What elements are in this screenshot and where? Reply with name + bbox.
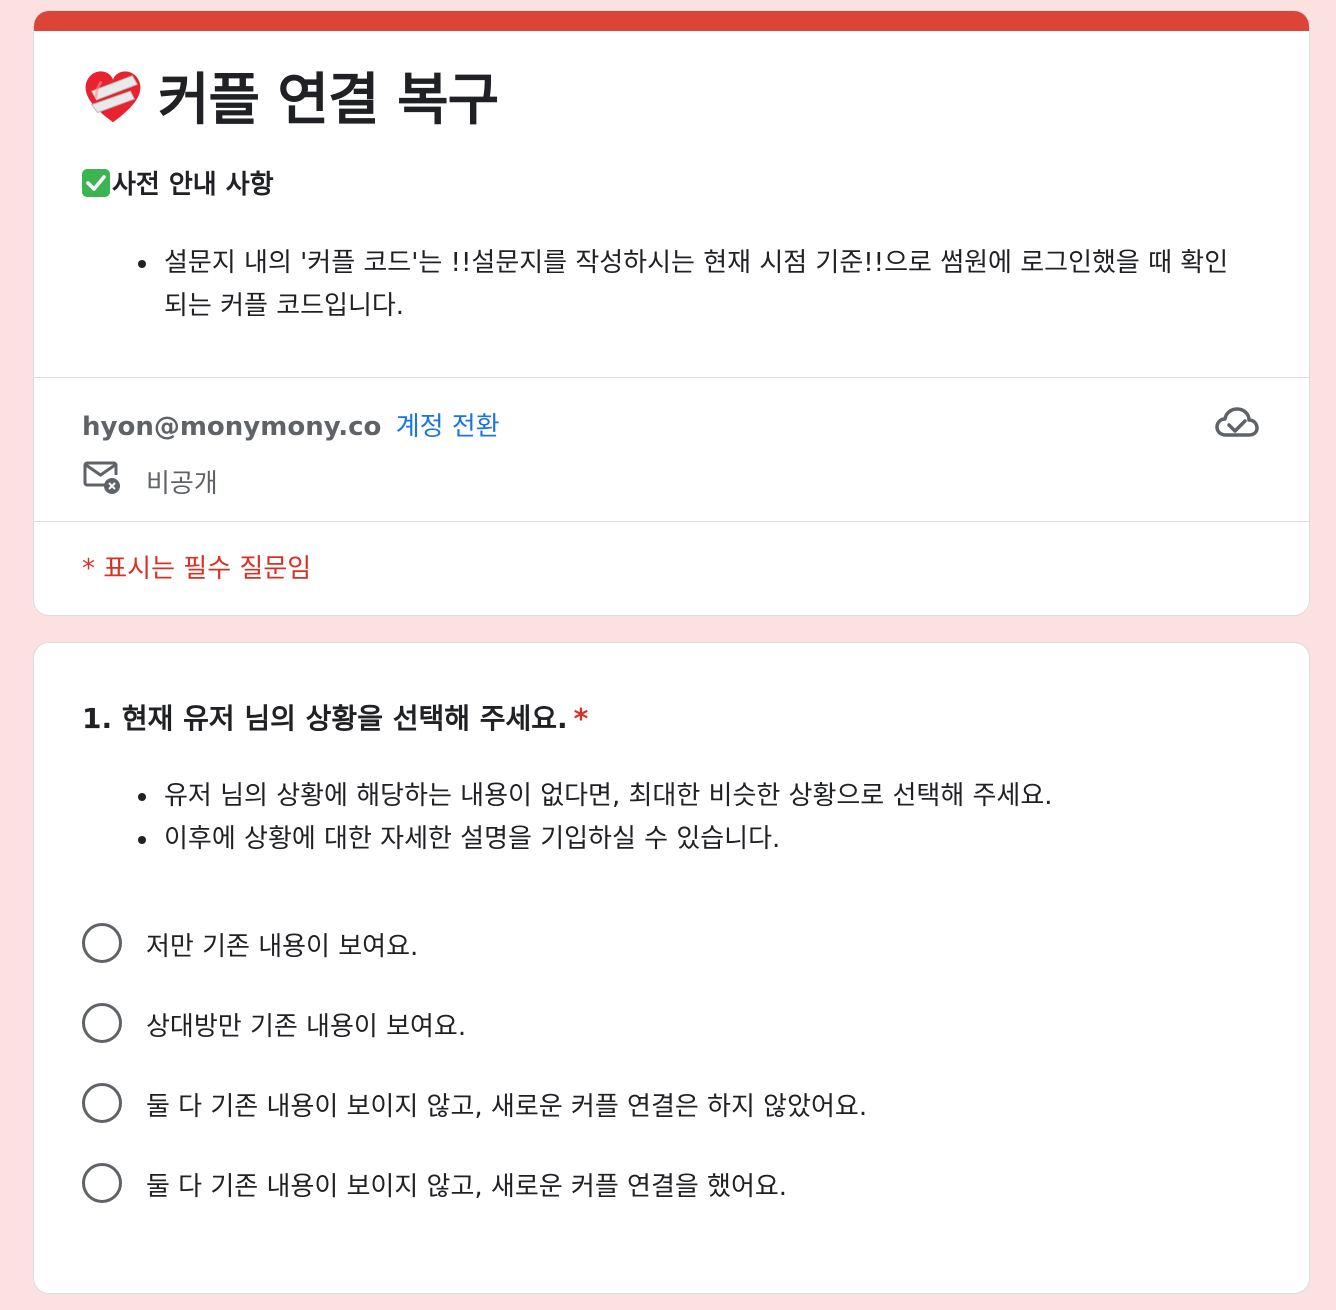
account-row: hyon@monymony.co 계정 전환 [82, 406, 500, 443]
notice-heading-text: 사전 안내 사항 [112, 170, 274, 200]
help-item: 이후에 상황에 대한 자세한 설명을 기입하실 수 있습니다. [82, 818, 1262, 861]
radio-option-label: 상대방만 기존 내용이 보여요. [146, 1012, 467, 1042]
form-title-text: 커플 연결 복구 [158, 68, 499, 134]
form-title: 커플 연결 복구 [82, 66, 499, 142]
account-email: hyon@monymony.co [82, 412, 382, 442]
notice-heading: 사전 안내 사항 [82, 164, 274, 201]
radio-button[interactable] [82, 1083, 122, 1123]
cloud-saved-icon [1214, 403, 1260, 443]
radio-button[interactable] [82, 1163, 122, 1203]
notice-list: 설문지 내의 '커플 코드'는 !!설문지를 작성하시는 현재 시점 기준!!으… [82, 242, 1252, 328]
radio-option-label: 둘 다 기존 내용이 보이지 않고, 새로운 커플 연결은 하지 않았어요. [146, 1092, 868, 1122]
required-note: * 표시는 필수 질문임 [82, 554, 312, 584]
mail-off-icon [82, 457, 122, 497]
question-title-text: 1. 현재 유저 님의 상황을 선택해 주세요. [82, 702, 568, 735]
question-card: 1. 현재 유저 님의 상황을 선택해 주세요. * 유저 님의 상황에 해당하는… [33, 642, 1310, 1294]
notice-item: 설문지 내의 '커플 코드'는 !!설문지를 작성하시는 현재 시점 기준!!으… [82, 242, 1252, 328]
required-mark: * [573, 702, 589, 735]
mending-heart-icon [82, 66, 144, 142]
privacy-label: 비공개 [146, 469, 218, 499]
question-help-list: 유저 님의 상황에 해당하는 내용이 없다면, 최대한 비슷한 상황으로 선택해… [82, 775, 1262, 861]
radio-option-label: 저만 기존 내용이 보여요. [146, 932, 419, 962]
divider [34, 377, 1309, 378]
form-header-card: 커플 연결 복구 사전 안내 사항 설문지 내의 '커플 코드'는 !!설문지를… [33, 10, 1310, 616]
help-item: 유저 님의 상황에 해당하는 내용이 없다면, 최대한 비슷한 상황으로 선택해… [82, 775, 1262, 818]
radio-button[interactable] [82, 923, 122, 963]
accent-bar [34, 11, 1309, 31]
divider [34, 521, 1309, 522]
radio-button[interactable] [82, 1003, 122, 1043]
radio-option-label: 둘 다 기존 내용이 보이지 않고, 새로운 커플 연결을 했어요. [146, 1172, 788, 1202]
check-mark-icon [82, 169, 110, 197]
switch-account-link[interactable]: 계정 전환 [396, 412, 500, 442]
question-title: 1. 현재 유저 님의 상황을 선택해 주세요. * [82, 697, 588, 737]
